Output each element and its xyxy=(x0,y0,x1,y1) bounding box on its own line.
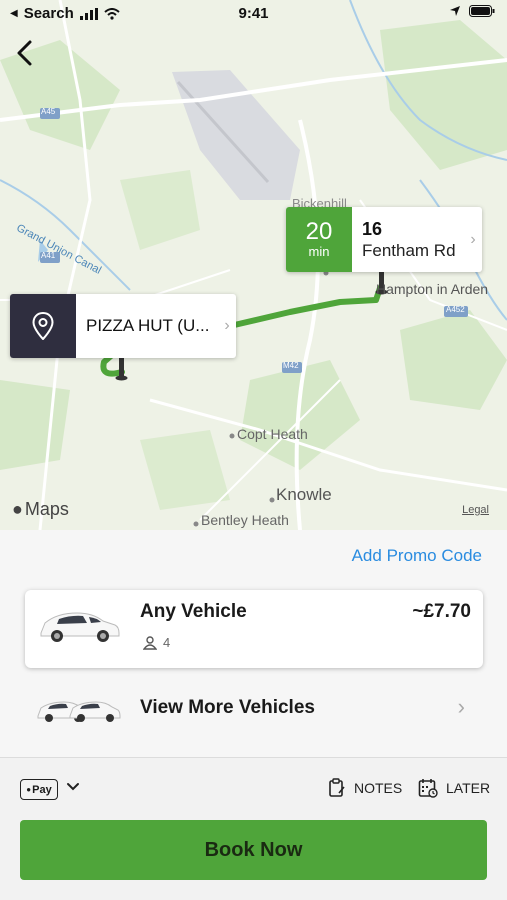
battery-icon xyxy=(469,5,495,17)
status-bar: ◀ Search 9:41 xyxy=(0,0,507,28)
destination-address: 16 Fentham Rd xyxy=(352,207,464,272)
location-arrow-icon xyxy=(450,6,460,16)
calendar-clock-icon xyxy=(418,779,438,798)
map-label-bentley-heath: Bentley Heath xyxy=(201,512,289,528)
back-button[interactable] xyxy=(12,38,38,68)
add-promo-code-link[interactable]: Add Promo Code xyxy=(352,546,482,566)
map-view[interactable]: A45 A41 M42 A452 Grand Union Canal Bicke… xyxy=(0,0,507,530)
pickup-callout[interactable]: PIZZA HUT (U... › xyxy=(10,294,236,358)
chevron-right-icon: › xyxy=(224,317,230,334)
apple-pay-label: Pay xyxy=(32,783,52,796)
chevron-right-icon: › xyxy=(457,694,465,719)
legal-link[interactable]: Legal xyxy=(462,504,489,516)
maps-attribution: ● Maps xyxy=(12,499,69,520)
seat-count: 4 xyxy=(143,635,170,650)
booking-footer: ● Pay NOTES LATER Book Now xyxy=(0,758,507,900)
eta-value: 20 xyxy=(305,217,333,245)
chevron-right-icon: › xyxy=(470,230,476,248)
view-more-vehicles-label: View More Vehicles xyxy=(140,697,315,718)
view-more-vehicles-row[interactable]: View More Vehicles › xyxy=(0,680,507,736)
apple-pay-button[interactable]: ● Pay xyxy=(20,779,58,800)
later-label: LATER xyxy=(446,780,491,796)
seat-count-value: 4 xyxy=(163,635,171,650)
map-label-copt-heath: Copt Heath xyxy=(237,426,308,442)
booking-sheet: Add Promo Code Any Vehicle ~£7.70 4 View… xyxy=(0,530,507,758)
pickup-label: PIZZA HUT (U... xyxy=(86,316,210,335)
vehicle-price: ~£7.70 xyxy=(412,601,471,622)
apple-logo-icon: ● xyxy=(12,499,23,519)
map-label-knowle: Knowle xyxy=(276,485,332,504)
book-now-button[interactable]: Book Now xyxy=(20,820,487,880)
road-label-a45: A45 xyxy=(41,107,56,116)
chevron-down-icon[interactable] xyxy=(66,780,80,794)
notes-label: NOTES xyxy=(354,780,403,796)
destination-callout[interactable]: 20 min 16 Fentham Rd › xyxy=(286,207,482,272)
location-pin-icon xyxy=(32,312,54,340)
road-label-a452: A452 xyxy=(446,305,465,314)
eta-unit: min xyxy=(308,243,330,259)
vehicle-option-card[interactable]: Any Vehicle ~£7.70 4 xyxy=(25,590,483,668)
map-label-hampton: Hampton in Arden xyxy=(376,281,489,297)
status-right-icons xyxy=(449,5,495,17)
vehicle-name: Any Vehicle xyxy=(140,601,247,622)
road-label-m42: M42 xyxy=(283,361,299,370)
destination-number: 16 xyxy=(362,218,383,239)
car-image xyxy=(40,612,120,642)
person-icon xyxy=(143,635,157,650)
apple-logo-icon: ● xyxy=(26,785,32,794)
notes-icon xyxy=(329,778,345,797)
destination-street: Fentham Rd xyxy=(362,240,456,260)
status-time: 9:41 xyxy=(238,5,269,22)
maps-attribution-label: Maps xyxy=(24,499,69,519)
multiple-cars-icon xyxy=(37,701,121,722)
eta-badge: 20 min xyxy=(286,207,352,272)
pickup-icon-box xyxy=(10,294,76,358)
later-button[interactable]: LATER xyxy=(418,778,490,798)
notes-button[interactable]: NOTES xyxy=(328,778,402,798)
